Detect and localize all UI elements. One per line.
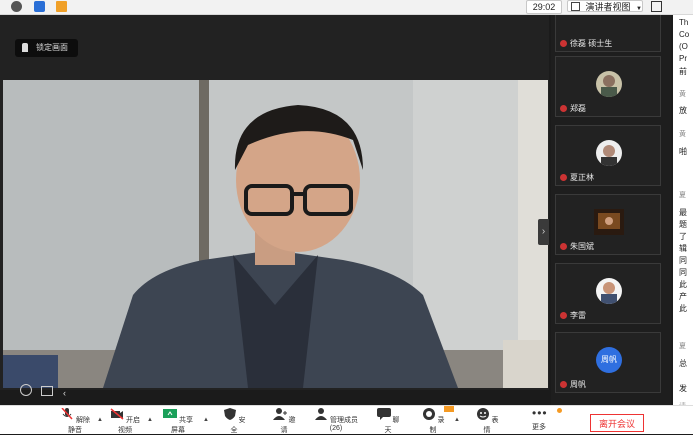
participant-tile[interactable]: 周帆 周帆	[555, 332, 661, 393]
chat-line: 最	[679, 208, 687, 217]
chat-sender: 夏	[679, 192, 686, 199]
keyboard-icon[interactable]	[40, 386, 53, 396]
mic-off-icon	[61, 407, 73, 420]
signal-icon[interactable]	[56, 1, 67, 12]
share-screen-icon	[163, 409, 178, 418]
participant-tile[interactable]: 李雷	[555, 263, 661, 324]
notification-dot	[557, 408, 562, 413]
view-mode-button[interactable]: 演讲者视图 ▼	[567, 0, 643, 12]
chat-line: 产	[679, 292, 687, 301]
avatar	[594, 209, 624, 235]
chat-line: 此	[679, 280, 687, 289]
speaker-video-frame	[3, 80, 548, 388]
invite-button[interactable]: 邀请	[270, 408, 298, 435]
mute-button[interactable]: 解除静音	[58, 407, 92, 435]
avatar	[596, 278, 622, 304]
participant-name: 郑磊	[570, 104, 586, 113]
shield-icon[interactable]	[34, 1, 45, 12]
manage-members-label: 管理成员(26)	[329, 417, 358, 432]
chat-line: 放	[679, 106, 687, 115]
chat-sender: 黄	[679, 91, 686, 98]
pin-icon	[22, 43, 28, 52]
chat-line: 发	[679, 384, 687, 393]
mic-muted-icon	[560, 243, 567, 251]
fullscreen-icon[interactable]	[651, 1, 662, 12]
participant-name: 李雷	[570, 311, 586, 320]
chat-line: 总	[679, 359, 687, 368]
mic-muted-icon	[560, 174, 567, 182]
caret-up-icon[interactable]: ▲	[97, 417, 103, 423]
participant-name: 朱国斌	[570, 242, 594, 251]
avatar	[596, 140, 622, 166]
caret-up-icon[interactable]: ▲	[454, 417, 460, 423]
participant-tile[interactable]: 郑磊	[555, 56, 661, 117]
participant-name: 夏正林	[570, 173, 594, 182]
shield-icon	[223, 408, 236, 420]
lock-screen-label: 锁定画面	[36, 43, 68, 52]
chat-line: 同	[679, 268, 687, 277]
meeting-toolbar: 解除静音 ▲ 开启视频 ▲ 共享屏幕 ▲ 安全 邀请 管理成员(26) 聊天 录…	[0, 405, 693, 434]
mic-muted-icon	[560, 381, 567, 389]
chat-line: 题	[679, 220, 687, 229]
record-badge	[444, 406, 454, 412]
smile-icon	[476, 408, 489, 420]
add-user-icon	[272, 408, 287, 420]
lock-screen-button[interactable]: 锁定画面	[15, 39, 78, 57]
manage-members-button[interactable]: 管理成员(26)	[312, 408, 360, 432]
chat-line: 辑	[679, 244, 687, 253]
record-button[interactable]: 录制	[420, 408, 446, 435]
participant-name: 周帆	[570, 380, 586, 389]
participant-tile[interactable]: 朱国斌	[555, 194, 661, 255]
chat-panel: Th Co (O Pr 前 黄 放 黄 啪 夏 最 题 了 辑 同 同 此 产 …	[673, 15, 693, 405]
mic-muted-icon	[560, 40, 567, 48]
leave-meeting-button[interactable]: 离开会议	[590, 414, 644, 432]
chevron-down-icon: ▼	[636, 6, 642, 12]
main-video-stage: 锁定画面 ‹ ›	[0, 15, 549, 398]
video-button[interactable]: 开启视频	[108, 408, 142, 435]
more-dots-icon: •••	[532, 406, 548, 420]
chat-line: 前	[679, 67, 687, 76]
collapse-icon[interactable]: ‹	[63, 388, 66, 398]
avatar: 周帆	[596, 347, 622, 373]
info-icon[interactable]	[11, 1, 22, 12]
participant-name: 徐磊 硕士生	[570, 39, 613, 48]
chat-line: (O	[679, 42, 688, 51]
more-button[interactable]: ••• 更多	[526, 406, 552, 432]
more-label: 更多	[532, 424, 546, 431]
members-icon	[315, 408, 328, 420]
chat-icon	[376, 408, 391, 420]
chat-line: Pr	[679, 54, 687, 63]
top-bar: 29:02 演讲者视图 ▼	[0, 0, 693, 15]
view-mode-label: 演讲者视图	[585, 2, 631, 12]
camera-off-icon	[110, 408, 124, 420]
meeting-timer: 29:02	[526, 0, 562, 14]
record-icon	[422, 408, 435, 420]
chat-line: 了	[679, 232, 687, 241]
chat-sender: 黄	[679, 131, 686, 138]
grid-icon	[571, 2, 580, 11]
participant-tile[interactable]: 徐磊 硕士生	[555, 15, 661, 52]
chat-line: 啪	[679, 147, 687, 156]
emoji-button[interactable]: 表情	[474, 408, 500, 435]
expand-strip-icon[interactable]: ›	[538, 219, 549, 245]
video-bottom-controls: ‹	[20, 384, 66, 398]
chat-line: Co	[679, 30, 690, 39]
mic-muted-icon	[560, 312, 567, 320]
mic-muted-icon	[560, 105, 567, 113]
caret-up-icon[interactable]: ▲	[203, 417, 209, 423]
caret-up-icon[interactable]: ▲	[147, 417, 153, 423]
chat-sender: 夏	[679, 343, 686, 350]
chat-button[interactable]: 聊天	[375, 408, 401, 435]
smile-icon[interactable]	[20, 384, 32, 396]
chat-line: 此	[679, 304, 687, 313]
participant-strip: 徐磊 硕士生 郑磊 夏正林 朱国斌 李雷 周帆 周帆	[551, 15, 671, 405]
security-button[interactable]: 安全	[220, 408, 248, 435]
speaker-video	[3, 80, 548, 388]
avatar	[596, 71, 622, 97]
chat-line: 同	[679, 256, 687, 265]
participant-tile[interactable]: 夏正林	[555, 125, 661, 186]
chat-line: Th	[679, 18, 689, 27]
share-screen-button[interactable]: 共享屏幕	[160, 408, 196, 435]
